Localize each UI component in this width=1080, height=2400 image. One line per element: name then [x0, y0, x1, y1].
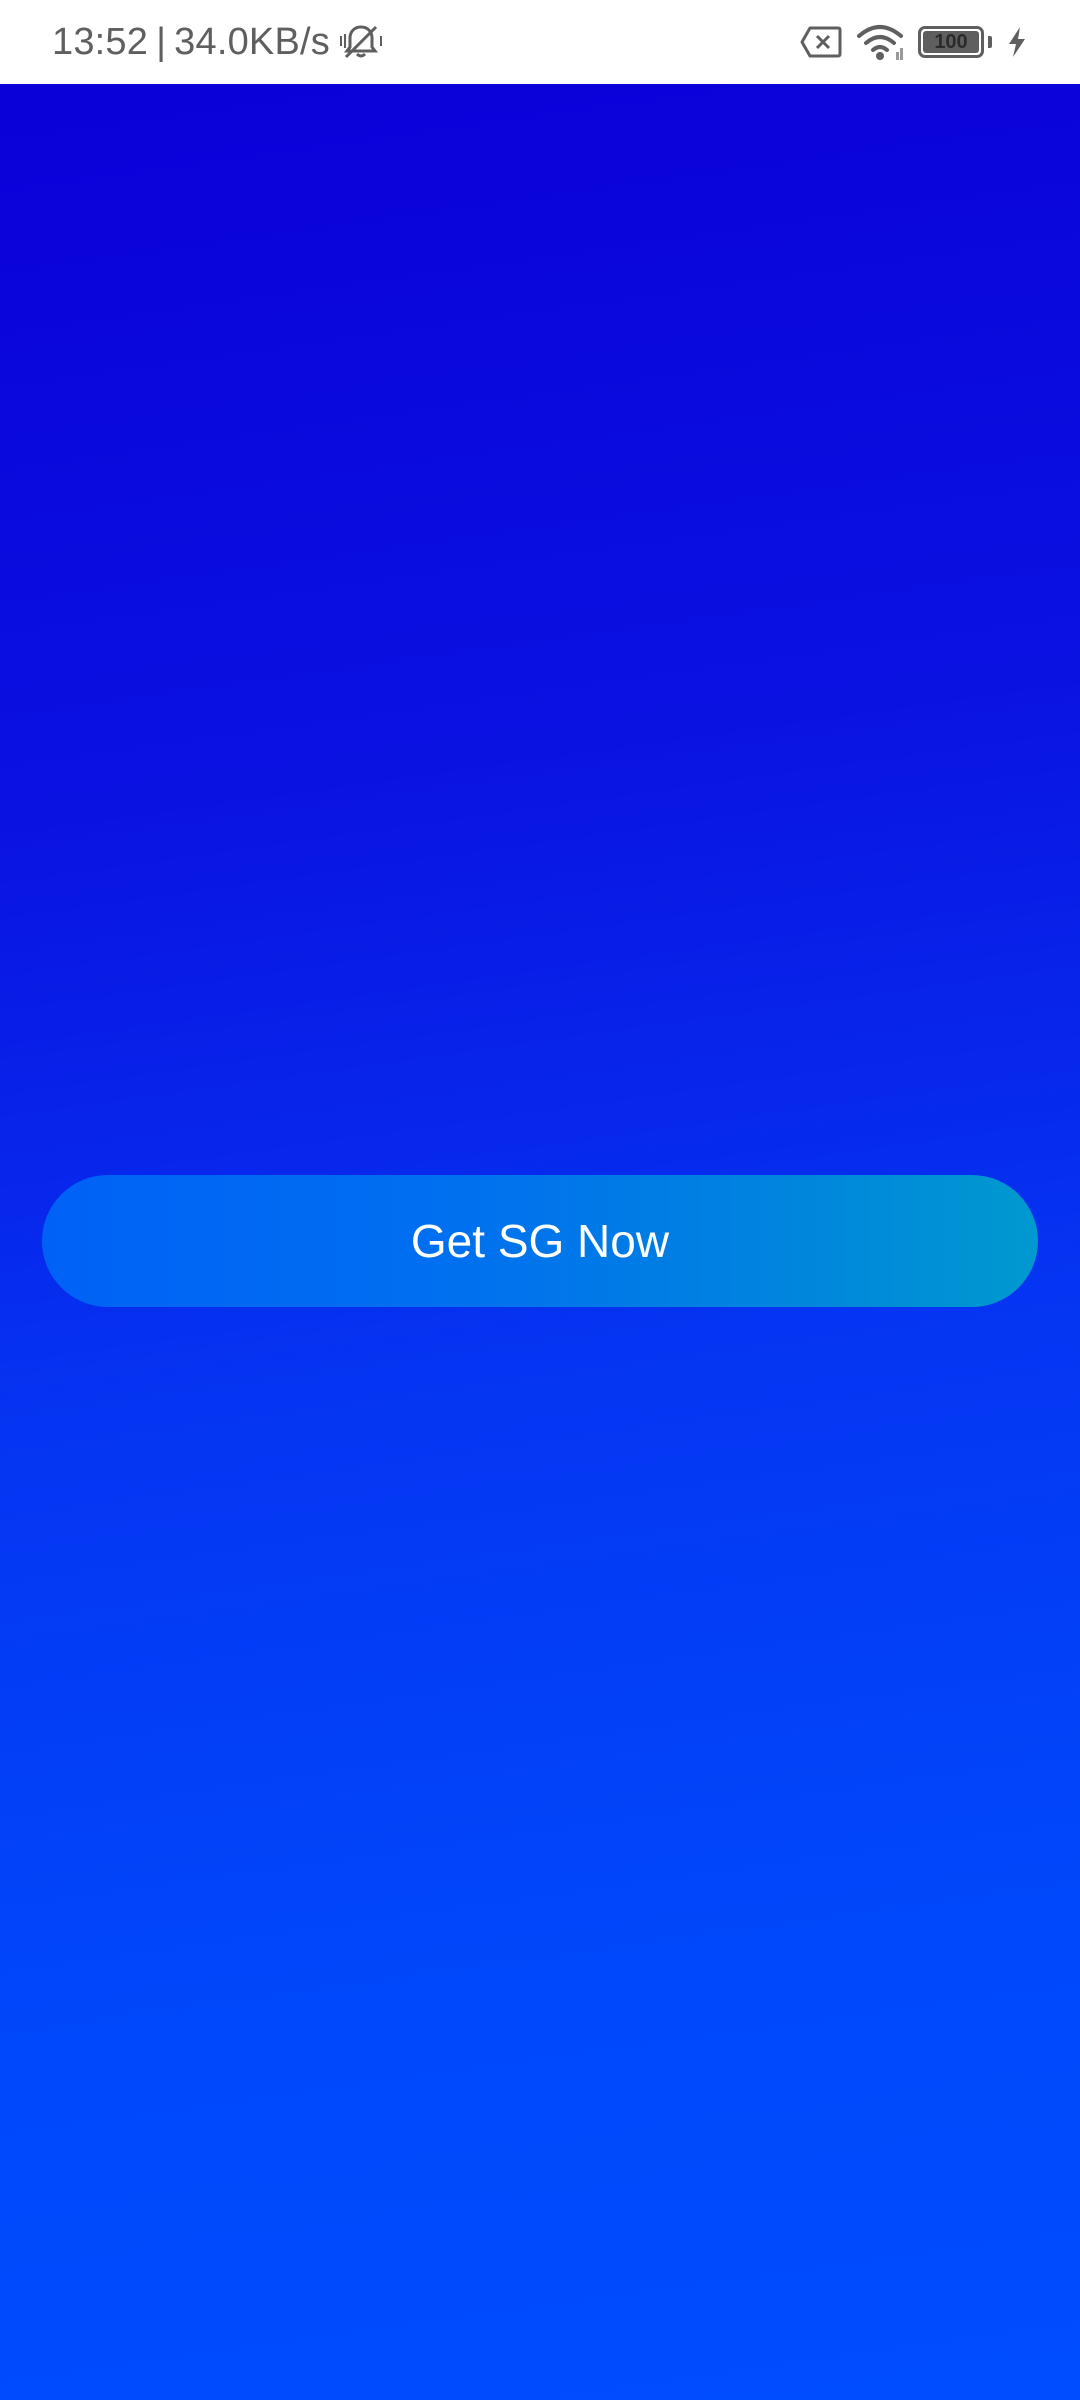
charging-bolt-icon	[1006, 26, 1028, 58]
status-left: 13:52 | 34.0KB/s	[52, 0, 384, 84]
status-separator: |	[156, 20, 167, 63]
splash-screen: Get SG Now	[0, 84, 1080, 2400]
status-bar: 13:52 | 34.0KB/s 100	[0, 0, 1080, 84]
status-right: 100	[800, 0, 1028, 84]
battery-level: 100	[934, 30, 968, 53]
bell-muted-icon	[338, 19, 384, 65]
get-sg-now-button[interactable]: Get SG Now	[42, 1175, 1038, 1307]
wifi-icon	[856, 22, 904, 62]
network-speed: 34.0KB/s	[174, 20, 330, 63]
battery-cap	[988, 36, 992, 48]
battery-icon: 100	[918, 26, 984, 58]
sim-none-icon	[800, 25, 842, 59]
status-time: 13:52	[52, 20, 149, 63]
